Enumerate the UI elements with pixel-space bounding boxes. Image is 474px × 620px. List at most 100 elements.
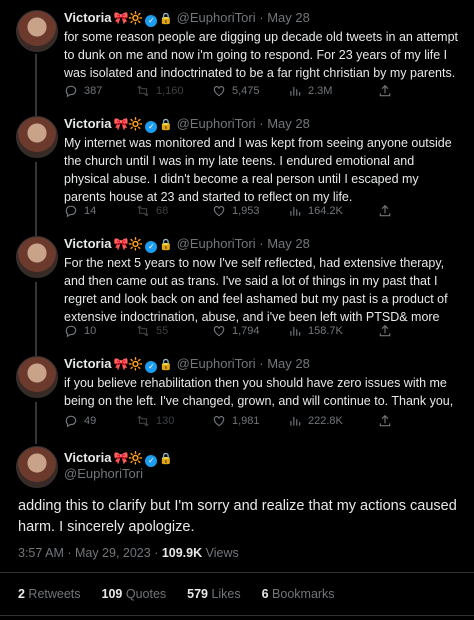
retweet-button[interactable]: 1,160	[136, 84, 184, 98]
separator-dot: ·	[255, 10, 268, 25]
author-handle[interactable]: @EuphoriTori	[177, 10, 256, 25]
tweet-text: For the next 5 years to now I've self re…	[64, 256, 448, 324]
tweet-actions: 387 1,160 5,475 2.3M	[64, 84, 464, 100]
separator-dot: ·	[255, 356, 268, 371]
heart-icon	[213, 86, 225, 97]
view-count: 158.7K	[308, 325, 343, 337]
author-handle[interactable]: @EuphoriTori	[177, 236, 256, 251]
reply-count: 387	[84, 85, 103, 97]
reply-count: 14	[84, 205, 97, 217]
share-button[interactable]	[378, 414, 392, 428]
tweet-header: Victoria 🎀🔆 ✓ 🔒	[64, 450, 173, 467]
author-name[interactable]: Victoria	[64, 450, 111, 465]
retweet-count: 130	[156, 415, 175, 427]
retweet-button[interactable]: 68	[136, 204, 168, 218]
tweet-date[interactable]: May 28	[267, 10, 310, 25]
tweet-header: Victoria 🎀🔆 ✓ 🔒 @EuphoriTori · May 28	[64, 236, 310, 253]
share-button[interactable]	[378, 204, 392, 218]
tweet-actions: 14 68 1,953 164.2K	[64, 204, 464, 220]
reply-button[interactable]: 49	[64, 414, 96, 428]
views-label: Views	[202, 546, 239, 560]
retweets-count: 2	[18, 587, 25, 601]
bookmarks-stat[interactable]: 6 Bookmarks	[262, 587, 335, 601]
avatar[interactable]	[16, 116, 58, 158]
reply-button[interactable]: 14	[64, 204, 96, 218]
tweet-text: for some reason people are digging up de…	[64, 30, 459, 80]
bookmarks-label: Bookmarks	[268, 587, 335, 601]
tweet-actions: 10 55 1,794 158.7K	[64, 324, 464, 340]
like-button[interactable]: 1,953	[212, 204, 260, 218]
reply-button[interactable]: 387	[64, 84, 102, 98]
heart-icon	[213, 416, 225, 427]
retweet-button[interactable]: 130	[136, 414, 174, 428]
lock-icon: 🔒	[159, 359, 174, 371]
tweet[interactable]: Victoria 🎀🔆 ✓ 🔒 @EuphoriTori · May 28 For t…	[0, 230, 474, 350]
reply-icon	[65, 205, 77, 218]
like-button[interactable]: 1,981	[212, 414, 260, 428]
tweet-date[interactable]: May 28	[267, 116, 310, 131]
tweet[interactable]: Victoria 🎀🔆 ✓ 🔒 @EuphoriTori · May 28 if yo…	[0, 350, 474, 440]
retweets-stat[interactable]: 2 Retweets	[18, 587, 81, 601]
tweet-header: Victoria 🎀🔆 ✓ 🔒 @EuphoriTori · May 28	[64, 116, 310, 133]
engagement-stats: 2 Retweets 109 Quotes 579 Likes 6 Bookma…	[18, 587, 335, 601]
author-name[interactable]: Victoria	[64, 236, 111, 251]
views-button[interactable]: 222.8K	[288, 414, 343, 428]
author-handle[interactable]: @EuphoriTori	[64, 466, 143, 482]
separator-dot: ·	[255, 116, 268, 131]
retweet-icon	[137, 85, 149, 97]
like-count: 1,981	[232, 415, 260, 427]
tweet-timestamp[interactable]: 3:57 AM · May 29, 2023 ·	[18, 546, 162, 560]
verified-badge-icon: ✓	[145, 455, 158, 467]
avatar[interactable]	[16, 446, 58, 488]
tweet-text: if you believe rehabilitation then you s…	[64, 376, 454, 408]
bookmarks-count: 6	[261, 587, 269, 601]
reply-count: 10	[84, 325, 97, 337]
lock-icon: 🔒	[159, 453, 174, 465]
quotes-label: Quotes	[122, 587, 167, 601]
tweet[interactable]: Victoria 🎀🔆 ✓ 🔒 @EuphoriTori · May 28 My in…	[0, 110, 474, 230]
tweet-meta: 3:57 AM · May 29, 2023 · 109.9K Views	[18, 546, 239, 560]
tweet-text: My internet was monitored and I was kept…	[64, 136, 452, 204]
author-name[interactable]: Victoria	[64, 10, 111, 25]
views-button[interactable]: 2.3M	[288, 84, 332, 98]
retweet-icon	[137, 325, 149, 337]
avatar[interactable]	[16, 236, 58, 278]
analytics-icon	[290, 86, 301, 96]
share-button[interactable]	[378, 324, 392, 338]
author-handle[interactable]: @EuphoriTori	[177, 116, 256, 131]
quotes-stat[interactable]: 109 Quotes	[102, 587, 167, 601]
author-name[interactable]: Victoria	[64, 116, 111, 131]
likes-count: 579	[187, 587, 208, 601]
heart-icon	[213, 206, 225, 217]
reply-count: 49	[84, 415, 97, 427]
reply-icon	[65, 415, 77, 428]
avatar[interactable]	[16, 356, 58, 398]
tweet[interactable]: Victoria 🎀🔆 ✓ 🔒 @EuphoriTori · May 28 for s…	[0, 0, 474, 110]
verified-badge-icon: ✓	[145, 361, 158, 373]
author-handle[interactable]: @EuphoriTori	[177, 356, 256, 371]
tweet-date[interactable]: May 28	[267, 236, 310, 251]
retweet-button[interactable]: 55	[136, 324, 168, 338]
like-button[interactable]: 1,794	[212, 324, 260, 338]
share-icon	[379, 204, 391, 217]
views-button[interactable]: 158.7K	[288, 324, 343, 338]
verified-badge-icon: ✓	[145, 15, 158, 27]
author-name[interactable]: Victoria	[64, 356, 111, 371]
reply-button[interactable]: 10	[64, 324, 96, 338]
likes-stat[interactable]: 579 Likes	[187, 587, 241, 601]
views-button[interactable]: 164.2K	[288, 204, 343, 218]
lock-icon: 🔒	[159, 13, 174, 25]
views-count: 109.9K	[161, 546, 203, 560]
share-icon	[379, 414, 391, 427]
analytics-icon	[290, 206, 301, 216]
quotes-count: 109	[101, 587, 123, 601]
avatar[interactable]	[16, 10, 58, 52]
like-count: 1,953	[232, 205, 260, 217]
share-icon	[379, 324, 391, 337]
share-button[interactable]	[378, 84, 392, 98]
like-button[interactable]: 5,475	[212, 84, 260, 98]
name-emojis: 🎀🔆	[113, 11, 144, 25]
tweet-date[interactable]: May 28	[267, 356, 310, 371]
likes-label: Likes	[207, 587, 241, 601]
retweets-label: Retweets	[24, 587, 81, 601]
